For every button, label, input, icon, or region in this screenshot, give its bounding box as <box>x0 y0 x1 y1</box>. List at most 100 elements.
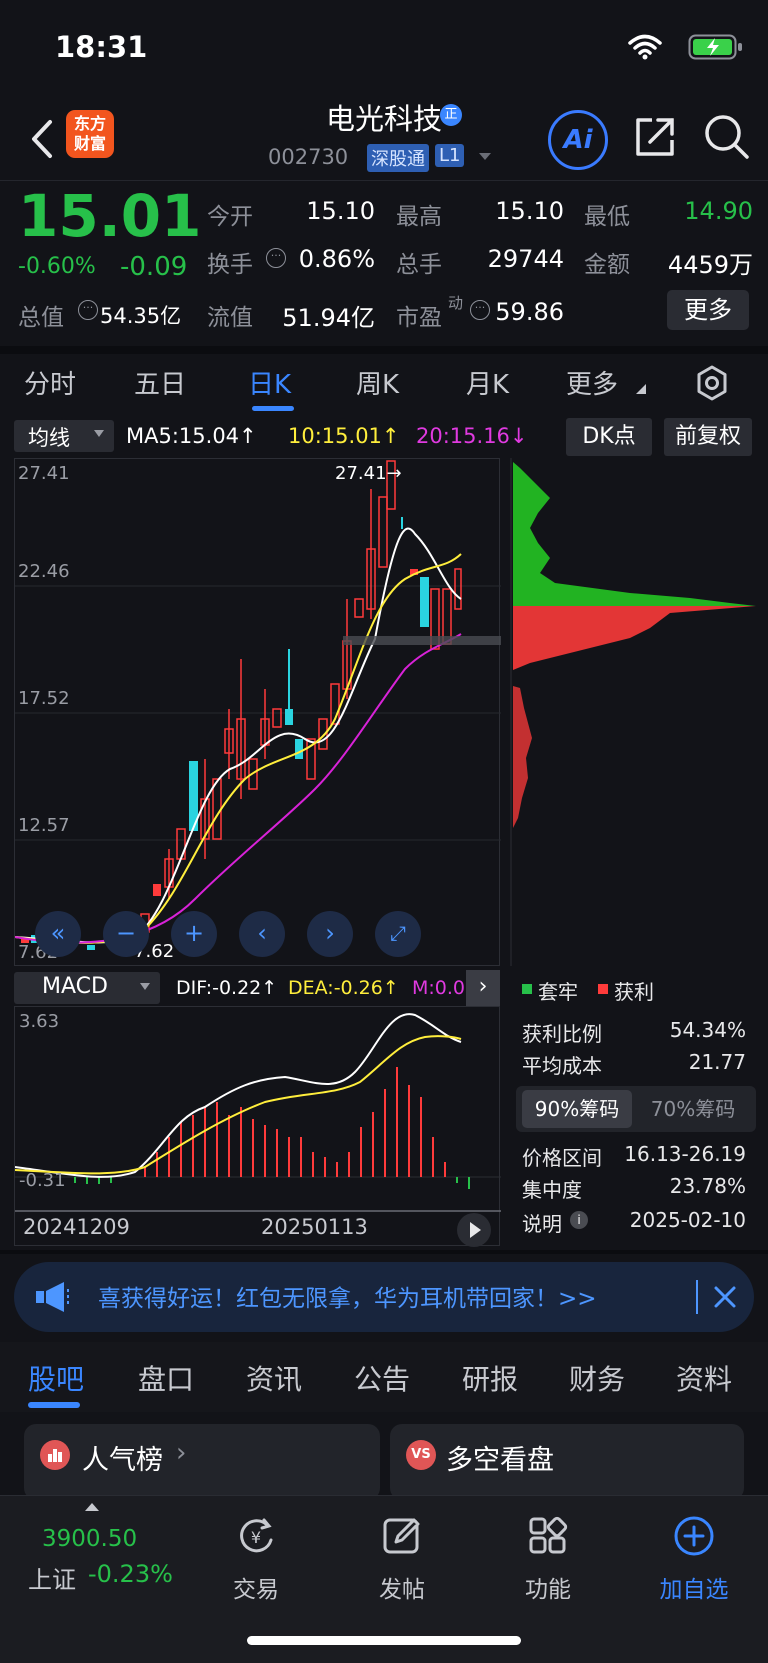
pe-value: 59.86 <box>495 298 564 326</box>
bullbear-title: 多空看盘 <box>446 1445 554 1476</box>
ai-button[interactable]: Ai <box>548 110 608 170</box>
section-tabs: 股吧 盘口 资讯 公告 研报 财务 资料 <box>0 1342 768 1412</box>
dropdown-icon[interactable] <box>478 152 492 162</box>
bullbear-card[interactable]: VS 多空看盘 <box>390 1424 744 1500</box>
wifi-icon <box>628 34 662 60</box>
post-label: 发帖 <box>379 1577 425 1603</box>
popular-title: 人气榜 <box>82 1445 163 1476</box>
tab-chips-70[interactable]: 70%筹码 <box>638 1090 748 1128</box>
add-watchlist-tab[interactable]: 加自选 <box>634 1514 754 1604</box>
tab-forum[interactable]: 股吧 <box>28 1358 84 1398</box>
tab-chips-90[interactable]: 90%筹码 <box>522 1090 632 1128</box>
ma20-line <box>14 633 462 944</box>
turnover-label: 换手 <box>207 252 253 278</box>
chevron-right-icon[interactable]: › <box>466 970 500 1006</box>
candles <box>21 460 462 950</box>
dk-point-button[interactable]: DK点 <box>566 418 652 456</box>
close-icon[interactable] <box>712 1284 738 1310</box>
stat-label: 价格区间 <box>522 1146 602 1170</box>
banner-text: 喜获得好运！红包无限拿，华为耳机带回家！>> <box>98 1286 597 1312</box>
ma10-line <box>14 553 462 944</box>
tab-more[interactable]: 更多 <box>566 364 618 401</box>
popular-card[interactable]: 人气榜 › <box>24 1424 380 1500</box>
kline-chart[interactable]: 27.41 22.46 17.52 12.57 7.62 27.41→ ←7.6… <box>14 458 501 967</box>
stat-value: 23.78% <box>669 1174 746 1198</box>
trapped-legend: 套牢 <box>538 980 578 1004</box>
profit-chips <box>513 606 756 670</box>
index-value[interactable]: 3900.50 <box>42 1526 137 1552</box>
chevron-right-icon[interactable]: › <box>307 911 353 957</box>
home-indicator[interactable] <box>247 1636 521 1645</box>
tab-monthly-k[interactable]: 月K <box>466 364 509 401</box>
more-button[interactable]: 更多 <box>667 290 749 330</box>
info-icon[interactable]: ··· <box>78 300 98 320</box>
adjust-button[interactable]: 前复权 <box>664 418 752 456</box>
float-label: 流值 <box>207 305 253 331</box>
versus-icon: VS <box>406 1440 436 1470</box>
macd-chart[interactable]: 3.63 -0.31 20241209 20250113 <box>14 1006 501 1247</box>
connect-tag: 深股通 <box>367 144 429 172</box>
trapped-legend-swatch <box>522 984 532 994</box>
macd-y-bottom: -0.31 <box>19 1170 66 1191</box>
promo-banner[interactable]: 喜获得好运！红包无限拿，华为耳机带回家！>> <box>14 1262 754 1332</box>
tab-announcements[interactable]: 公告 <box>354 1358 410 1398</box>
features-tab[interactable]: 功能 <box>488 1514 608 1604</box>
info-icon[interactable]: ··· <box>470 300 490 320</box>
quote-panel: 15.01 -0.60% -0.09 今开 15.10 最高 15.10 最低 … <box>0 182 768 346</box>
tab-news[interactable]: 资讯 <box>246 1358 302 1398</box>
trade-tab[interactable]: ¥ 交易 <box>196 1514 316 1604</box>
max-price-note: 27.41→ <box>335 463 402 484</box>
stat-value: 21.77 <box>688 1050 746 1074</box>
tab-profile[interactable]: 资料 <box>676 1358 732 1398</box>
svg-text:¥: ¥ <box>251 1528 261 1547</box>
verified-icon: 正 <box>440 104 462 126</box>
share-icon[interactable] <box>632 114 678 160</box>
macd-legend-bar: MACD DIF:-0.22↑ DEA:-0.26↑ M:0.08 › <box>14 970 500 1006</box>
macd-selector[interactable]: MACD <box>14 972 160 1004</box>
macd-y-top: 3.63 <box>19 1011 60 1032</box>
tab-research[interactable]: 研报 <box>462 1358 518 1398</box>
change-percent: -0.60% <box>18 254 96 279</box>
dropdown-icon <box>94 430 104 437</box>
stock-code: 002730 <box>268 145 349 169</box>
chip-stats: 套牢 获利 获利比例 54.34% 平均成本 21.77 90%筹码 70%筹码… <box>510 970 756 1250</box>
level-tag: L1 <box>435 144 465 167</box>
indicator-selector[interactable]: 均线 <box>14 420 114 452</box>
minus-icon[interactable]: − <box>103 911 149 957</box>
caret-up-icon[interactable] <box>84 1502 100 1512</box>
ma10-value: 10:15.01↑ <box>288 424 400 448</box>
plus-icon[interactable]: + <box>171 911 217 957</box>
info-icon[interactable]: i <box>570 1211 588 1229</box>
y-axis-label: 17.52 <box>18 688 70 709</box>
pe-type: 动 <box>448 294 464 312</box>
info-icon[interactable]: ··· <box>266 248 286 268</box>
chip-distribution-svg <box>510 458 756 966</box>
play-icon[interactable] <box>457 1213 491 1247</box>
tab-finance[interactable]: 财务 <box>569 1358 625 1398</box>
dif-line <box>14 1013 462 1178</box>
post-tab[interactable]: 发帖 <box>342 1514 462 1604</box>
megaphone-icon <box>36 1282 69 1312</box>
high-value: 15.10 <box>495 197 564 225</box>
open-label: 今开 <box>207 204 253 230</box>
fullscreen-icon[interactable]: ⤢ <box>375 911 421 957</box>
tab-intraday[interactable]: 分时 <box>24 364 76 401</box>
amount-label: 金额 <box>584 252 630 278</box>
dea-line <box>14 1035 462 1175</box>
zoom-out-icon[interactable]: « <box>35 911 81 957</box>
tab-weekly-k[interactable]: 周K <box>356 364 399 401</box>
trade-label: 交易 <box>233 1577 279 1603</box>
features-label: 功能 <box>525 1577 571 1603</box>
amount-value: 4459万 <box>667 251 753 279</box>
search-icon[interactable] <box>702 112 752 162</box>
settings-icon[interactable] <box>693 364 731 402</box>
chevron-left-icon[interactable]: ‹ <box>239 911 285 957</box>
tab-five-day[interactable]: 五日 <box>134 364 186 401</box>
x-axis-date: 20250113 <box>261 1215 368 1239</box>
kline-svg[interactable] <box>14 459 501 967</box>
volume-value: 29744 <box>487 245 564 273</box>
tab-daily-k[interactable]: 日K <box>248 364 291 401</box>
corner-triangle-icon <box>636 384 646 394</box>
tab-orderbook[interactable]: 盘口 <box>138 1358 194 1398</box>
open-value: 15.10 <box>306 197 375 225</box>
